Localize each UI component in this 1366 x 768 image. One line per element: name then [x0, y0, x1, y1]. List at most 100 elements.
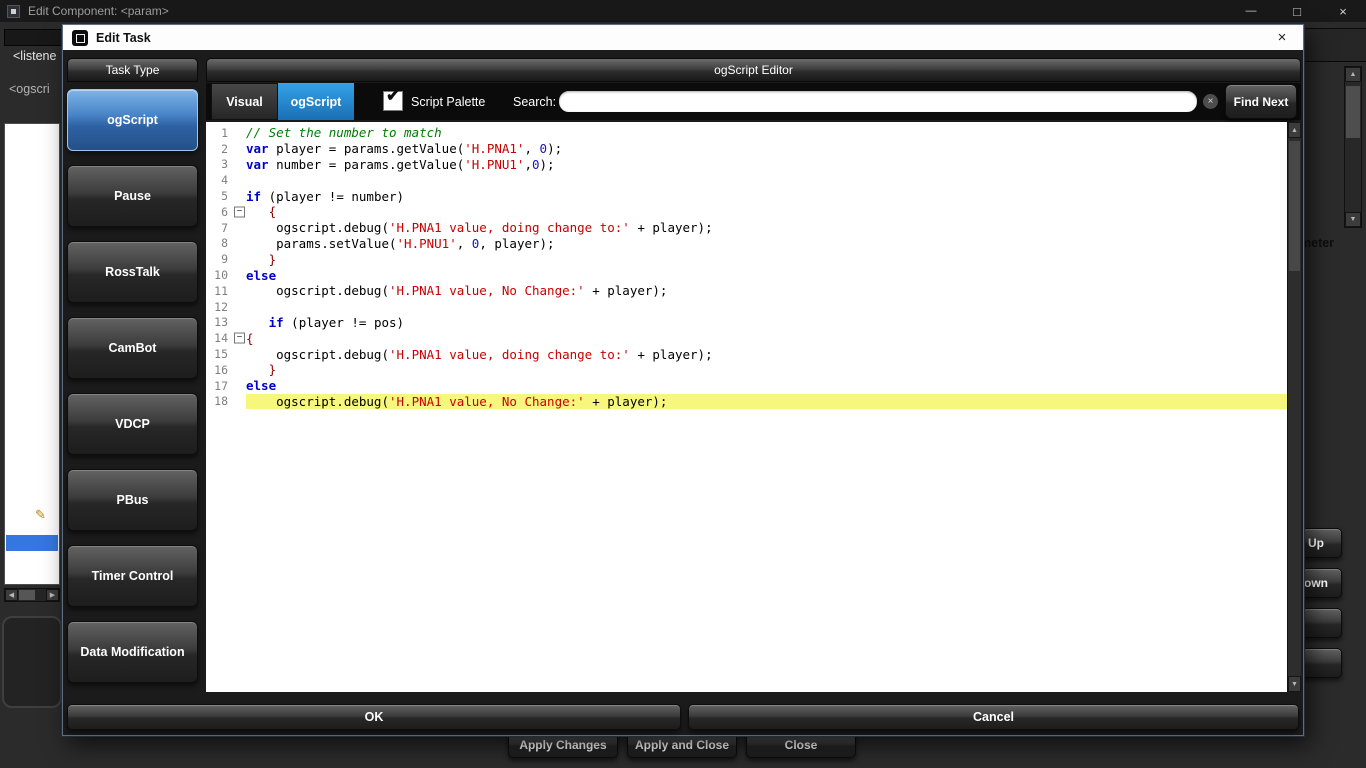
scrollbar-track[interactable] — [1345, 82, 1361, 212]
task-type-header: Task Type — [67, 58, 198, 82]
fold-gutter — [233, 378, 246, 394]
fold-gutter — [233, 315, 246, 331]
code-line-12[interactable]: 12 — [206, 299, 1287, 315]
code-text: ogscript.debug('H.PNA1 value, doing chan… — [246, 220, 713, 236]
scroll-down-icon[interactable]: ▼ — [1345, 212, 1361, 227]
code-line-9[interactable]: 9 } — [206, 251, 1287, 267]
task-type-vdcp[interactable]: VDCP — [67, 393, 198, 455]
tab-visual[interactable]: Visual — [211, 83, 278, 120]
search-clear-icon[interactable]: × — [1203, 94, 1218, 109]
code-line-2[interactable]: 2 var player = params.getValue('H.PNA1', … — [206, 141, 1287, 157]
line-number: 3 — [221, 157, 228, 172]
maximize-icon[interactable]: □ — [1274, 0, 1320, 22]
selected-tree-row[interactable] — [6, 535, 58, 551]
code-line-8[interactable]: 8 params.setValue('H.PNU1', 0, player); — [206, 236, 1287, 252]
code-text: ogscript.debug('H.PNA1 value, No Change:… — [246, 393, 1287, 409]
code-line-1[interactable]: 1 // Set the number to match — [206, 125, 1287, 141]
fold-toggle-icon[interactable] — [233, 330, 246, 346]
code-line-4[interactable]: 4 — [206, 172, 1287, 188]
line-number: 17 — [214, 378, 228, 393]
scrollbar-thumb[interactable] — [1289, 141, 1300, 271]
find-next-button[interactable]: Find Next — [1225, 84, 1297, 119]
scrollbar-thumb[interactable] — [19, 590, 35, 600]
scroll-up-icon[interactable]: ▲ — [1345, 67, 1361, 82]
dialog-titlebar[interactable]: Edit Task × — [63, 25, 1303, 50]
task-type-ogscript[interactable]: ogScript — [67, 89, 198, 151]
task-type-pause[interactable]: Pause — [67, 165, 198, 227]
screen: Edit Component: <param> — □ × <listene <… — [0, 0, 1366, 768]
pencil-icon: ✎ — [35, 507, 46, 522]
scrollbar-track[interactable] — [1288, 138, 1301, 676]
task-type-cambot[interactable]: CamBot — [67, 317, 198, 379]
cancel-button[interactable]: Cancel — [688, 704, 1299, 730]
code-line-18[interactable]: 18 ogscript.debug('H.PNA1 value, No Chan… — [206, 393, 1287, 410]
window-title: Edit Component: <param> — [28, 4, 169, 18]
task-type-list: ogScript Pause RossTalk CamBot VDCP PBus… — [67, 89, 198, 683]
window-titlebar: Edit Component: <param> — □ × — [0, 0, 1366, 22]
code-text: if (player != pos) — [268, 314, 405, 330]
component-tree-panel[interactable]: ✎ — [4, 123, 60, 585]
fold-gutter — [233, 251, 246, 267]
line-number: 8 — [221, 236, 228, 251]
scroll-left-icon[interactable]: ◀ — [5, 589, 18, 601]
line-number: 1 — [221, 125, 228, 140]
code-line-5[interactable]: 5 if (player != number) — [206, 188, 1287, 204]
code-line-6[interactable]: 6 { — [206, 204, 1287, 220]
minimize-icon[interactable]: — — [1228, 0, 1274, 22]
code-line-3[interactable]: 3 var number = params.getValue('H.PNU1',0… — [206, 157, 1287, 173]
tab-ogscript[interactable]: ogScript — [278, 83, 354, 120]
scroll-right-icon[interactable]: ▶ — [46, 589, 59, 601]
fold-gutter — [233, 157, 246, 173]
task-type-data-modification[interactable]: Data Modification — [67, 621, 198, 683]
scroll-up-icon[interactable]: ▲ — [1288, 122, 1301, 138]
fold-gutter — [233, 188, 246, 204]
window-controls: — □ × — [1228, 0, 1366, 22]
code-text: { — [246, 204, 277, 220]
listener-tree-item[interactable]: <listene — [13, 49, 56, 63]
line-number: 18 — [214, 394, 228, 409]
code-text: ogscript.debug('H.PNA1 value, doing chan… — [246, 346, 713, 362]
fold-gutter — [233, 283, 246, 299]
code-line-13[interactable]: 13 if (player != pos) — [206, 315, 1287, 331]
fold-gutter — [233, 362, 246, 378]
dialog-body: Task Type ogScript Pause RossTalk CamBot… — [63, 50, 1303, 735]
fold-gutter — [233, 394, 246, 410]
right-vertical-scrollbar[interactable]: ▲ ▼ — [1344, 66, 1362, 228]
code-line-15[interactable]: 15 ogscript.debug('H.PNA1 value, doing c… — [206, 346, 1287, 362]
task-type-pbus[interactable]: PBus — [67, 469, 198, 531]
ogscript-tree-item[interactable]: <ogscri — [9, 82, 50, 96]
scrollbar-track[interactable] — [18, 589, 46, 601]
ok-button[interactable]: OK — [67, 704, 681, 730]
code-line-16[interactable]: 16 } — [206, 362, 1287, 378]
code-text: } — [246, 362, 277, 378]
search-label: Search: — [513, 94, 557, 109]
dialog-title: Edit Task — [96, 30, 151, 45]
code-line-11[interactable]: 11 ogscript.debug('H.PNA1 value, No Chan… — [206, 283, 1287, 299]
scroll-down-icon[interactable]: ▼ — [1288, 676, 1301, 692]
background-field — [4, 29, 62, 46]
ogscript-editor-panel: ogScript Editor Visual ogScript ✔ Script… — [206, 58, 1301, 709]
code-text: // Set the number to match — [246, 125, 442, 141]
code-line-7[interactable]: 7 ogscript.debug('H.PNA1 value, doing ch… — [206, 220, 1287, 236]
code-lines[interactable]: 1 // Set the number to match 2 var player =… — [206, 125, 1287, 692]
task-type-timer-control[interactable]: Timer Control — [67, 545, 198, 607]
script-palette-checkbox[interactable]: ✔ — [383, 86, 403, 111]
parameter-label: meter — [1300, 236, 1335, 250]
code-editor[interactable]: 1 // Set the number to match 2 var player =… — [206, 122, 1301, 692]
fold-toggle-icon[interactable] — [233, 204, 246, 220]
code-line-17[interactable]: 17 else — [206, 378, 1287, 394]
line-number: 5 — [221, 189, 228, 204]
fold-gutter — [233, 220, 246, 236]
close-icon[interactable]: × — [1320, 0, 1366, 22]
task-type-rosstalk[interactable]: RossTalk — [67, 241, 198, 303]
horizontal-scrollbar[interactable]: ◀ ▶ — [4, 588, 60, 602]
search-input[interactable] — [558, 90, 1198, 113]
code-line-14[interactable]: 14 { — [206, 330, 1287, 346]
code-line-10[interactable]: 10 else — [206, 267, 1287, 283]
dialog-close-icon[interactable]: × — [1270, 25, 1294, 50]
code-text: ogscript.debug('H.PNA1 value, No Change:… — [246, 283, 668, 299]
line-number: 15 — [214, 347, 228, 362]
scrollbar-thumb[interactable] — [1346, 86, 1360, 138]
editor-scrollbar[interactable]: ▲ ▼ — [1287, 122, 1301, 692]
task-type-panel: Task Type ogScript Pause RossTalk CamBot… — [67, 58, 198, 683]
